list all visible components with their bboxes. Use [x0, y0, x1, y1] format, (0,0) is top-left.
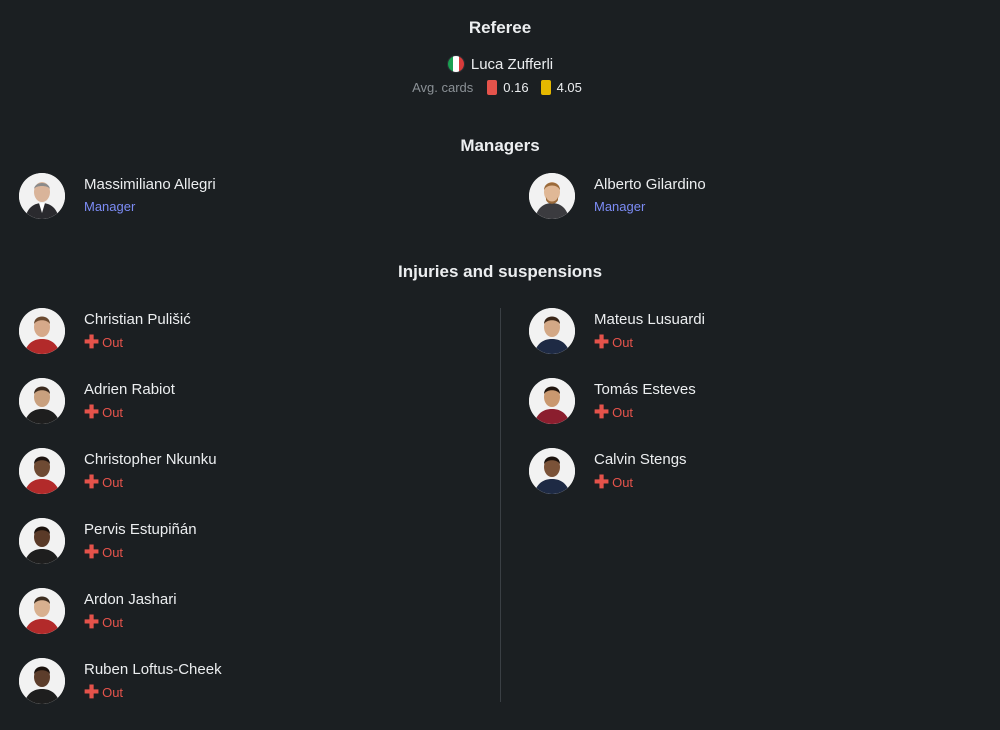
referee-row[interactable]: Luca Zufferli — [0, 55, 1000, 73]
injury-list-item[interactable]: Mateus Lusuardi ✚ Out — [529, 308, 705, 354]
player-name[interactable]: Christian Pulišić — [84, 310, 191, 330]
avatar — [19, 378, 65, 424]
cross-icon: ✚ — [594, 472, 610, 492]
player-name[interactable]: Ardon Jashari — [84, 590, 177, 610]
cross-icon: ✚ — [594, 332, 610, 352]
manager-name[interactable]: Massimiliano Allegri — [84, 175, 216, 195]
avg-cards-label: Avg. cards — [412, 80, 474, 95]
status-text: Out — [102, 544, 124, 560]
injury-list-item[interactable]: Adrien Rabiot ✚ Out — [19, 378, 175, 424]
yellow-card-icon — [540, 80, 551, 95]
player-name[interactable]: Mateus Lusuardi — [594, 310, 705, 330]
status: ✚ Out — [594, 472, 687, 492]
avatar — [19, 588, 65, 634]
manager-role: Manager — [594, 199, 646, 214]
avatar — [19, 173, 65, 219]
player-name[interactable]: Tomás Esteves — [594, 380, 696, 400]
avatar — [529, 308, 575, 354]
referee-section-title: Referee — [468, 18, 532, 37]
player-name[interactable]: Adrien Rabiot — [84, 380, 175, 400]
injury-list-item[interactable]: Ruben Loftus-Cheek ✚ Out — [19, 658, 222, 704]
status: ✚ Out — [84, 332, 191, 352]
status: ✚ Out — [84, 472, 217, 492]
cross-icon: ✚ — [84, 472, 100, 492]
avatar — [19, 658, 65, 704]
injury-list-item[interactable]: Calvin Stengs ✚ Out — [529, 448, 687, 494]
status: ✚ Out — [84, 612, 177, 632]
status: ✚ Out — [84, 682, 222, 702]
status-text: Out — [612, 334, 634, 350]
status-text: Out — [102, 334, 124, 350]
status-text: Out — [102, 474, 124, 490]
injury-list-item[interactable]: Tomás Esteves ✚ Out — [529, 378, 696, 424]
avatar — [19, 308, 65, 354]
cross-icon: ✚ — [84, 332, 100, 352]
cross-icon: ✚ — [594, 402, 610, 422]
red-cards-value: 0.16 — [503, 80, 529, 95]
status-text: Out — [102, 614, 124, 630]
injury-list-item[interactable]: Christian Pulišić ✚ Out — [19, 308, 191, 354]
avatar — [529, 173, 575, 219]
cross-icon: ✚ — [84, 682, 100, 702]
italy-flag-icon — [446, 55, 465, 73]
manager-home[interactable]: Massimiliano Allegri Manager — [19, 173, 216, 219]
status-text: Out — [612, 474, 634, 490]
injury-list-item[interactable]: Christopher Nkunku ✚ Out — [19, 448, 217, 494]
injury-list-item[interactable]: Pervis Estupiñán ✚ Out — [19, 518, 197, 564]
avatar — [529, 448, 575, 494]
referee-name[interactable]: Luca Zufferli — [471, 56, 553, 73]
manager-away[interactable]: Alberto Gilardino Manager — [529, 173, 706, 219]
yellow-cards-value: 4.05 — [556, 80, 582, 95]
status-text: Out — [102, 404, 124, 420]
column-divider — [500, 308, 501, 702]
managers-section-title: Managers — [460, 136, 540, 155]
player-name[interactable]: Pervis Estupiñán — [84, 520, 197, 540]
player-name[interactable]: Christopher Nkunku — [84, 450, 217, 470]
cross-icon: ✚ — [84, 612, 100, 632]
avatar — [529, 378, 575, 424]
red-card-icon — [487, 80, 498, 95]
cross-icon: ✚ — [84, 542, 100, 562]
cross-icon: ✚ — [84, 402, 100, 422]
status: ✚ Out — [84, 542, 197, 562]
status-text: Out — [612, 404, 634, 420]
player-name[interactable]: Ruben Loftus-Cheek — [84, 660, 222, 680]
avatar — [19, 448, 65, 494]
avatar — [19, 518, 65, 564]
injuries-section-title: Injuries and suspensions — [397, 262, 603, 281]
player-name[interactable]: Calvin Stengs — [594, 450, 687, 470]
avg-cards: Avg. cards 0.16 4.05 — [0, 80, 1000, 95]
status-text: Out — [102, 684, 124, 700]
status: ✚ Out — [594, 332, 705, 352]
status: ✚ Out — [594, 402, 696, 422]
manager-role: Manager — [84, 199, 136, 214]
status: ✚ Out — [84, 402, 175, 422]
injury-list-item[interactable]: Ardon Jashari ✚ Out — [19, 588, 177, 634]
manager-name[interactable]: Alberto Gilardino — [594, 175, 706, 195]
